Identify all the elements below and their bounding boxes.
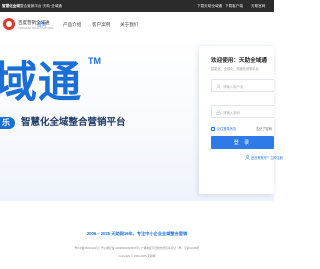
nav-item-cases[interactable]: 客户案例 <box>92 22 110 28</box>
login-description: 智能化、全域化、精细化营销平台 <box>211 67 259 71</box>
password-field[interactable] <box>211 105 274 118</box>
download-quanyutong-link[interactable]: 下载天助全域通 <box>197 4 222 9</box>
logo-subtitle: TIANZHU QUANYUTONG <box>18 26 54 30</box>
official-site-link[interactable]: 天助官网 <box>251 4 265 9</box>
forgot-password-link[interactable]: 忘记了密码 <box>256 126 272 131</box>
nav-item-about[interactable]: 关于我们 <box>120 22 138 28</box>
download-client-link[interactable]: 下载客户端 <box>225 4 243 9</box>
hero-subtitle: 智慧化全域整合营销平台 <box>21 117 126 128</box>
top-bar-welcome: 智慧化全域整合营销平台·天助·全域通 <box>2 4 62 9</box>
lock-icon <box>216 110 221 115</box>
remember-me-label: 记住登录状态 <box>217 127 237 131</box>
register-user-icon <box>245 155 250 160</box>
nav-item-product[interactable]: 产品介绍 <box>63 22 81 28</box>
register-link[interactable]: 还没有账号？立即注册 <box>251 155 283 160</box>
nav-item-home[interactable]: 首页 <box>37 22 46 28</box>
top-bar-brand: 智慧化全域 <box>2 4 20 8</box>
login-button[interactable]: 登 录 <box>211 136 274 149</box>
password-input[interactable] <box>223 108 273 117</box>
login-title: 欢迎使用：天助全域通 <box>211 58 267 64</box>
user-icon <box>216 84 221 89</box>
footer-slogan: 2006 – 2025 天助网19年，专注中小企业全域整合营销 <box>86 231 188 236</box>
hero-title: 域通 <box>0 59 82 107</box>
username-field[interactable] <box>211 79 274 92</box>
remember-me-checkbox[interactable]: 记住登录状态 <box>211 126 236 131</box>
footer-license-links[interactable]: 粤ICP备05011322号 | 粤公网安备 44030502004537号 |… <box>0 246 274 250</box>
top-bar-tagline: 整合营销平台·天助·全域通 <box>19 4 62 8</box>
logo-icon[interactable] <box>3 18 15 30</box>
header: 百度营销全域通 TIANZHU QUANYUTONG 首页 产品介绍 客户案例 … <box>0 12 274 36</box>
footer-copyright: Copyright © 2006-2025 天助网 <box>118 255 156 258</box>
username-input[interactable] <box>223 82 273 91</box>
checkbox-icon[interactable] <box>211 126 215 131</box>
top-bar: 智慧化全域整合营销平台·天助·全域通 下载天助全域通 下载客户端 天助官网 <box>0 0 274 12</box>
trademark-mark: TM <box>88 56 101 66</box>
footer: 2006 – 2025 天助网19年，专注中小企业全域整合营销 粤ICP备050… <box>0 201 274 269</box>
login-panel: 欢迎使用：天助全域通 智能化、全域化、精细化营销平台 记住登录状态 忘记了密码 … <box>199 46 283 194</box>
hero-badge: 乐 <box>0 117 15 129</box>
